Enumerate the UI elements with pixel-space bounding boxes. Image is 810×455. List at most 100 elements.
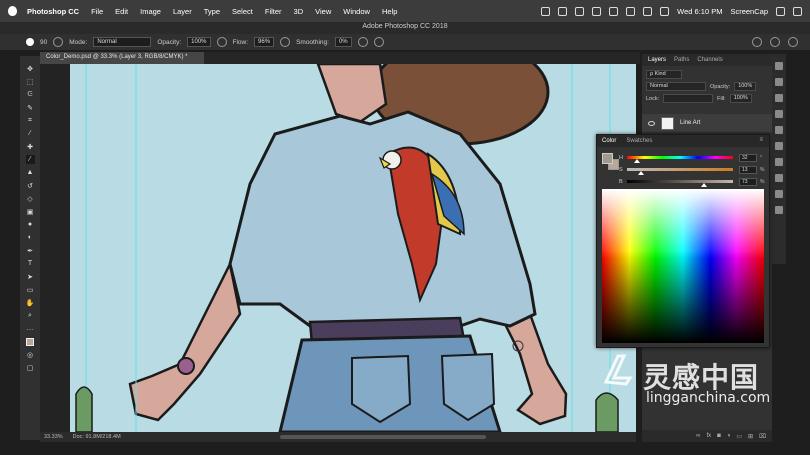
zoom-tool-icon[interactable]: ⌕ (26, 311, 35, 320)
marquee-tool-icon[interactable]: ⬚ (26, 77, 35, 86)
menu-view[interactable]: View (315, 7, 331, 16)
search-icon[interactable] (752, 37, 762, 47)
brush-tool-icon[interactable]: ⁄ (25, 155, 35, 164)
tab-color[interactable]: Color (602, 138, 616, 144)
menu-image[interactable]: Image (140, 7, 161, 16)
menu-layer[interactable]: Layer (173, 7, 192, 16)
flow-field[interactable]: 96% (254, 37, 275, 47)
history-icon[interactable] (775, 190, 783, 198)
folder-icon[interactable]: ▭ (736, 433, 742, 440)
pressure-opacity-icon[interactable] (216, 37, 227, 47)
brushes-panel-icon[interactable] (775, 158, 783, 166)
quick-select-tool-icon[interactable]: ✎ (26, 103, 35, 112)
adjustments-icon[interactable] (775, 78, 783, 86)
time-machine-icon[interactable] (609, 6, 619, 16)
actions-icon[interactable] (775, 206, 783, 214)
symmetry-icon[interactable] (373, 37, 384, 47)
smoothing-options-icon[interactable] (357, 37, 368, 47)
libraries-icon[interactable] (775, 62, 783, 70)
smoothing-field[interactable]: 0% (334, 37, 352, 47)
blend-mode-select[interactable]: Normal (646, 82, 706, 91)
brush-preset-icon[interactable] (26, 38, 34, 46)
move-tool-icon[interactable]: ✥ (26, 64, 35, 73)
more-tools-icon[interactable]: … (26, 324, 35, 333)
type-tool-icon[interactable]: T (26, 259, 35, 268)
menu-window[interactable]: Window (343, 7, 370, 16)
clone-source-icon[interactable] (775, 174, 783, 182)
eraser-tool-icon[interactable]: ◇ (26, 194, 35, 203)
stamp-tool-icon[interactable]: ▲ (26, 168, 35, 177)
properties-icon[interactable] (775, 94, 783, 102)
doc-size-info[interactable]: Doc: 91.8M/218.4M (73, 434, 121, 440)
hue-knob[interactable] (633, 159, 640, 163)
link-layers-icon[interactable]: ∞ (696, 433, 700, 439)
bluetooth-icon[interactable] (592, 6, 602, 16)
fill-field[interactable]: 100% (729, 94, 752, 103)
fx-icon[interactable]: fx (706, 433, 711, 439)
foreground-color-swatch[interactable] (602, 153, 613, 164)
mode-select[interactable]: Normal (93, 37, 152, 47)
tab-channels[interactable]: Channels (697, 57, 722, 63)
lasso-tool-icon[interactable]: ᕮ (26, 90, 35, 99)
menu-clock[interactable]: Wed 6:10 PM (677, 7, 722, 16)
layer-row[interactable]: Line Art (642, 114, 772, 132)
color-panel[interactable]: Color Swatches ≡ H 32 ° S 13 % B 73 % (596, 134, 770, 348)
blur-tool-icon[interactable]: ● (26, 220, 35, 229)
layer-opacity-field[interactable]: 100% (734, 82, 757, 91)
document-tab[interactable]: Color_Demo.psd @ 33.3% (Layer 3, RGB/8/C… (40, 52, 204, 64)
airbrush-icon[interactable] (280, 37, 291, 47)
hue-value[interactable]: 32 (739, 153, 757, 162)
menu-type[interactable]: Type (204, 7, 220, 16)
trash-icon[interactable]: ⌧ (759, 433, 766, 440)
workspace-icon[interactable] (770, 37, 780, 47)
brush-size[interactable]: 90 (40, 39, 47, 46)
horizontal-scrollbar[interactable] (280, 435, 486, 439)
pen-tool-icon[interactable]: ✒ (26, 246, 35, 255)
layer-thumbnail[interactable] (661, 116, 674, 130)
menu-filter[interactable]: Filter (265, 7, 282, 16)
layer-name[interactable]: Line Art (680, 120, 700, 126)
canvas-area[interactable] (40, 64, 636, 432)
healing-tool-icon[interactable]: ✚ (26, 142, 35, 151)
menu-3d[interactable]: 3D (294, 7, 304, 16)
panel-menu-icon[interactable]: ≡ (759, 137, 763, 143)
quick-mask-icon[interactable]: ◎ (26, 350, 35, 359)
kind-filter[interactable]: ρ Kind (646, 70, 682, 79)
wifi-icon[interactable] (626, 6, 636, 16)
battery-icon[interactable] (660, 6, 670, 16)
crop-tool-icon[interactable]: ⌗ (26, 116, 35, 125)
screen-mode-icon[interactable]: ▢ (26, 363, 35, 372)
eye-icon[interactable] (648, 120, 655, 126)
saturation-slider[interactable] (627, 168, 733, 175)
brightness-value[interactable]: 73 (739, 177, 757, 186)
saturation-value[interactable]: 13 (739, 165, 757, 174)
lock-icons[interactable] (663, 94, 714, 103)
brush-settings-panel-icon[interactable] (775, 142, 783, 150)
spotlight-icon[interactable] (776, 6, 785, 16)
character-icon[interactable] (775, 126, 783, 134)
volume-icon[interactable] (643, 6, 653, 16)
eyedropper-tool-icon[interactable]: ⁄ (26, 129, 35, 138)
notification-center-icon[interactable] (793, 6, 802, 16)
artwork[interactable] (40, 64, 636, 432)
history-brush-tool-icon[interactable]: ↺ (26, 181, 35, 190)
sync-icon[interactable] (558, 6, 568, 16)
saturation-knob[interactable] (637, 171, 644, 175)
dropbox-icon[interactable] (541, 6, 551, 16)
menu-help[interactable]: Help (382, 7, 397, 16)
color-swatches-icon[interactable] (26, 337, 35, 346)
hand-tool-icon[interactable]: ✋ (26, 298, 35, 307)
cloud-icon[interactable] (575, 6, 585, 16)
path-select-tool-icon[interactable]: ➤ (26, 272, 35, 281)
tab-layers[interactable]: Layers (648, 57, 666, 63)
brightness-knob[interactable] (701, 183, 708, 187)
gradient-tool-icon[interactable]: ▣ (26, 207, 35, 216)
hue-slider[interactable] (627, 156, 733, 163)
opacity-field[interactable]: 100% (187, 37, 211, 47)
menu-edit[interactable]: Edit (115, 7, 128, 16)
menu-user[interactable]: ScreenCap (730, 7, 768, 16)
paragraph-icon[interactable] (775, 110, 783, 118)
mask-icon[interactable]: ◙ (717, 433, 721, 439)
menu-app-name[interactable]: Photoshop CC (27, 7, 79, 16)
dodge-tool-icon[interactable]: ◐ (26, 233, 35, 242)
